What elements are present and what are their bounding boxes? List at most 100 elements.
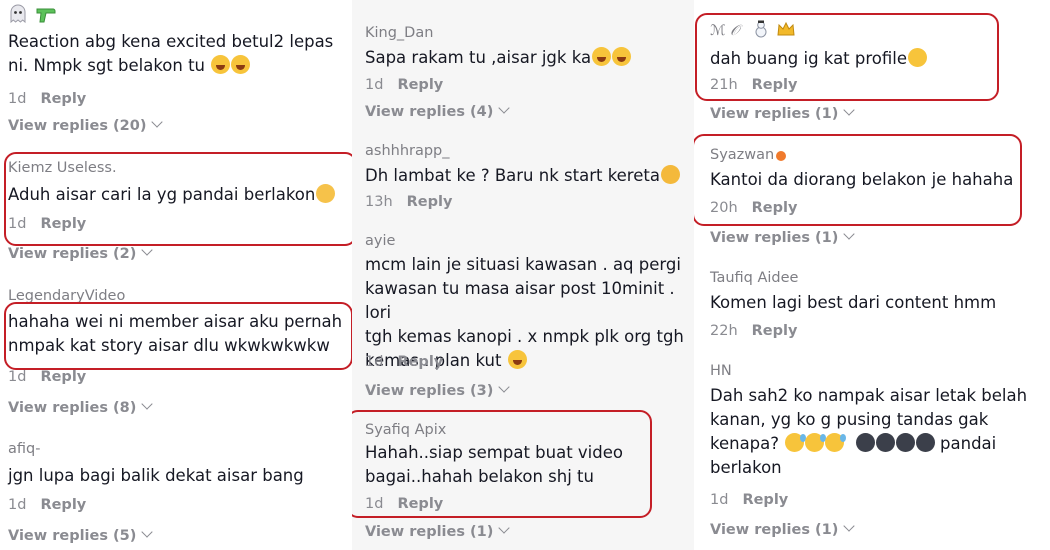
chevron-down-icon	[141, 526, 154, 538]
comment-meta: 1d Reply	[8, 496, 86, 514]
comments-column-3: ℳ 𝒪 dah buang ig kat profile 21h Reply Vi…	[694, 0, 1050, 550]
view-replies-button[interactable]: View replies (1)	[710, 520, 856, 539]
comment-username[interactable]	[8, 4, 352, 24]
comment: Syafiq Apix Hahah..siap sempat buat vide…	[352, 421, 694, 512]
reply-button[interactable]: Reply	[742, 492, 788, 508]
comment-meta: 1d Reply	[365, 353, 443, 371]
relieved-face-emoji	[316, 184, 336, 203]
comment-username[interactable]: afiq-	[8, 440, 352, 458]
view-replies-button[interactable]: View replies (2)	[8, 244, 154, 263]
chevron-down-icon	[843, 228, 856, 240]
comment: Reaction abg kena excited betul2 lepas n…	[0, 4, 352, 107]
comment-meta: 21h Reply	[710, 76, 797, 94]
reply-button[interactable]: Reply	[40, 369, 86, 385]
comment-time: 20h	[710, 200, 738, 216]
view-replies-button[interactable]: View replies (4)	[365, 102, 511, 121]
view-replies-button[interactable]: View replies (20)	[8, 116, 164, 135]
reply-button[interactable]: Reply	[752, 77, 798, 93]
reply-button[interactable]: Reply	[397, 496, 443, 512]
comment-text: Dh lambat ke ? Baru nk start kereta	[365, 164, 680, 188]
comment-username[interactable]: ℳ 𝒪	[710, 20, 1050, 39]
rolling-laughing-emoji	[904, 44, 931, 71]
comment-meta: 1d Reply	[8, 215, 86, 233]
dark-face-emoji	[915, 433, 935, 452]
ghost-icon	[10, 4, 26, 24]
reply-button[interactable]: Reply	[397, 77, 443, 93]
dark-face-emoji	[875, 433, 895, 452]
comment-username[interactable]: Syazwan	[710, 146, 1050, 164]
comment-time: 1d	[8, 497, 27, 513]
tears-of-joy-emoji	[211, 55, 231, 74]
comment-meta: 1d Reply	[8, 90, 86, 108]
comment: Taufiq Aidee Komen lagi best dari conten…	[694, 269, 1050, 339]
comments-column-1: Reaction abg kena excited betul2 lepas n…	[0, 0, 352, 550]
chevron-down-icon	[843, 520, 856, 532]
grinning-sweat-emoji	[785, 433, 807, 452]
chevron-down-icon	[498, 522, 511, 534]
comment-text: Kantoi da diorang belakon je hahaha	[710, 170, 1014, 189]
comment-username[interactable]: Syafiq Apix	[365, 421, 694, 439]
sunset-icon	[776, 151, 787, 161]
comment-username[interactable]: King_Dan	[365, 24, 694, 42]
snowman-icon	[755, 20, 767, 38]
comment-time: 1d	[365, 77, 384, 93]
comment-time: 13h	[365, 194, 393, 210]
comment-meta: 22h Reply	[710, 322, 797, 340]
view-replies-button[interactable]: View replies (1)	[710, 228, 856, 247]
comment: HN Dah sah2 ko nampak aisar letak belah …	[694, 362, 1050, 508]
comment-text: Komen lagi best dari content hmm	[710, 293, 997, 312]
view-replies-button[interactable]: View replies (3)	[365, 381, 511, 400]
comment-meta: 20h Reply	[710, 199, 797, 217]
water-gun-icon	[36, 8, 56, 23]
reply-button[interactable]: Reply	[407, 194, 453, 210]
comment-text: jgn lupa bagi balik dekat aisar bang	[8, 466, 304, 485]
comment-meta: 13h Reply	[365, 193, 452, 211]
tears-of-joy-emoji	[592, 47, 612, 66]
comment: King_Dan Sapa rakam tu ,aisar jgk ka 1d R…	[352, 24, 694, 93]
view-replies-button[interactable]: View replies (1)	[710, 104, 856, 123]
comments-column-2: King_Dan Sapa rakam tu ,aisar jgk ka 1d R…	[352, 0, 694, 550]
chevron-down-icon	[141, 398, 154, 410]
grinning-sweat-emoji	[825, 433, 847, 452]
dark-face-emoji	[895, 433, 915, 452]
comment-time: 1d	[365, 354, 384, 370]
comment-username[interactable]: ayie	[365, 232, 694, 250]
comment-text: Hahah..siap sempat buat video bagai..hah…	[365, 443, 623, 486]
comment-text: hahaha wei ni member aisar aku pernah nm…	[8, 312, 343, 355]
comment-username[interactable]: Kiemz Useless.	[8, 159, 352, 177]
comment: Kiemz Useless. Aduh aisar cari la yg pan…	[0, 159, 352, 232]
comment-time: 1d	[8, 369, 27, 385]
view-replies-button[interactable]: View replies (5)	[8, 526, 154, 545]
comment-username[interactable]: Taufiq Aidee	[710, 269, 1050, 287]
view-replies-button[interactable]: View replies (8)	[8, 398, 154, 417]
grinning-sweat-emoji	[805, 433, 827, 452]
dark-face-emoji	[855, 433, 875, 452]
comment-text: Aduh aisar cari la yg pandai berlakon	[8, 183, 336, 207]
view-replies-button[interactable]: View replies (1)	[365, 522, 511, 541]
comment-text: Sapa rakam tu ,aisar jgk ka	[365, 46, 632, 70]
crown-icon	[777, 21, 796, 36]
comment-username[interactable]: ashhhrapp_	[365, 142, 694, 160]
comment: afiq- jgn lupa bagi balik dekat aisar ba…	[0, 440, 352, 513]
comment-time: 1d	[8, 91, 27, 107]
chevron-down-icon	[141, 244, 154, 256]
comment-text: Dah sah2 ko nampak aisar letak belah kan…	[710, 386, 1028, 477]
comment: ayie mcm lain je situasi kawasan . aq pe…	[352, 232, 694, 370]
reply-button[interactable]: Reply	[40, 91, 86, 107]
reply-button[interactable]: Reply	[752, 200, 798, 216]
comment-meta: 1d Reply	[365, 495, 443, 513]
reply-button[interactable]: Reply	[397, 354, 443, 370]
reply-button[interactable]: Reply	[40, 216, 86, 232]
comment: ashhhrapp_ Dh lambat ke ? Baru nk start …	[352, 142, 694, 210]
reply-button[interactable]: Reply	[752, 323, 798, 339]
chevron-down-icon	[843, 104, 856, 116]
comment-time: 22h	[710, 323, 738, 339]
comment-username[interactable]: HN	[710, 362, 1050, 380]
chevron-down-icon	[498, 102, 511, 114]
comment-meta: 1d Reply	[8, 368, 86, 386]
comment-time: 21h	[710, 77, 738, 93]
comment-time: 1d	[8, 216, 27, 232]
comment-text: Reaction abg kena excited betul2 lepas n…	[8, 32, 334, 75]
tears-of-joy-emoji	[507, 350, 527, 369]
reply-button[interactable]: Reply	[40, 497, 86, 513]
